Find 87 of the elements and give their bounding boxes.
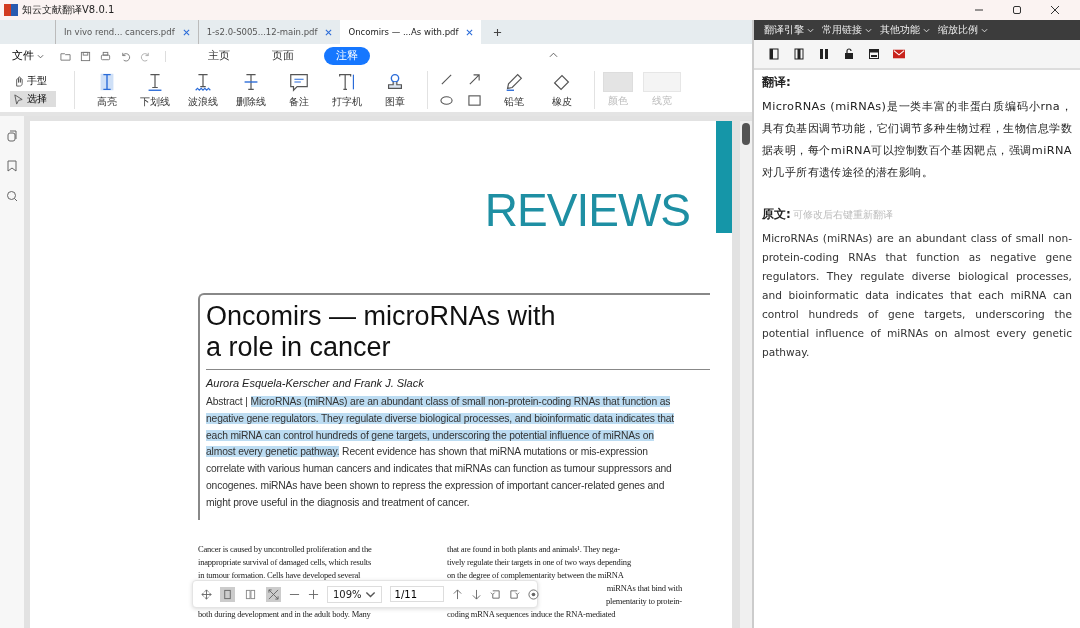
hand-tool-button[interactable]: 手型	[10, 73, 56, 89]
body-text-line: both during development and in the adult body. Many	[198, 607, 372, 621]
panel-menu[interactable]: 常用链接	[822, 23, 872, 37]
save-icon[interactable]	[80, 50, 91, 62]
double-layout-icon	[245, 588, 256, 600]
single-page-button[interactable]	[220, 586, 235, 602]
add-tab-icon[interactable]	[493, 27, 503, 37]
note-icon	[288, 71, 310, 93]
panel-menu[interactable]: 其他功能	[880, 23, 930, 37]
control-label: 颜色	[608, 94, 628, 108]
note-tool-button[interactable]: 备注	[275, 71, 323, 109]
typewriter-tool-button[interactable]: 打字机	[323, 71, 371, 109]
fit-page-button[interactable]	[266, 586, 281, 602]
cursor-icon	[13, 93, 24, 105]
rotate-left-icon[interactable]	[489, 588, 501, 600]
print-icon[interactable]	[100, 50, 111, 62]
ribbon-tab[interactable]: 主页	[196, 47, 242, 65]
fit-layout-icon	[268, 588, 279, 600]
arrow-icon[interactable]	[468, 73, 481, 86]
move-icon[interactable]	[201, 588, 212, 600]
highlight-tool-button[interactable]: 高亮	[83, 71, 131, 109]
pages-icon[interactable]	[6, 130, 18, 142]
collapse-caret-icon[interactable]	[549, 52, 558, 58]
dropdown-icon	[807, 27, 814, 33]
select-tool-button[interactable]: 选择	[10, 91, 56, 107]
section-header: REVIEWS	[484, 187, 690, 233]
close-icon[interactable]	[527, 588, 539, 600]
source-text: MicroRNAs (miRNAs) are an abundant class of small non-protein-coding RNAs that function as negative gene regulators. They regulate diverse biological processes, and bioinformatic data indicates that each miRNA can control hundreds of gene targets, underscoring the potential influence of miRNAs on almost every genetic pathway.	[762, 231, 1072, 360]
panel-menu[interactable]: 缩放比例	[938, 23, 988, 37]
body-text-line: tively regulate their targets in one of two ways depending	[447, 555, 632, 569]
scrollbar-thumb[interactable]	[742, 123, 750, 145]
page-field[interactable]: 1/11	[389, 586, 444, 602]
article-authors: Aurora Esquela-Kerscher and Frank J. Slack	[206, 377, 425, 389]
bookmark-icon[interactable]	[6, 160, 18, 172]
abstract-paragraph: Abstract | MicroRNAs (miRNAs) are an abundant class of small non-protein-coding RNAs that function as negative gene regulators. They regulate diverse biological processes, and bioinformatic data indicates that each miRNA can control hundreds of gene targets, underscoring the potential influence of miRNAs on almost every genetic pathway. Recent evidence has shown that miRNA mutations or mis-expression correlate with various human cancers and indicates that miRNAs can function as tumour suppressors and oncogenes. miRNAs have been shown to repress the expression of important cancer-related genes and might prove useful in the diagnosis and treatment of cancer.	[206, 395, 676, 510]
split-middle-icon[interactable]	[793, 48, 805, 60]
body-text-line: miRNAs that bind with	[606, 581, 682, 595]
ribbon-tab[interactable]: 注释	[324, 47, 370, 65]
dropdown-icon	[37, 53, 44, 59]
document-tab[interactable]: Oncomirs — ...As with.pdf	[340, 20, 482, 44]
folder-icon[interactable]	[60, 50, 71, 62]
body-text-line: that are found in both plants and animals¹. They nega-	[447, 542, 621, 556]
article-title: Oncomirs — microRNAs with a role in cancer	[206, 301, 710, 370]
rotate-right-icon[interactable]	[508, 588, 520, 600]
body-text-line: plementarity to protein-	[606, 594, 682, 608]
window-icon[interactable]	[868, 48, 880, 60]
rectangle-icon[interactable]	[468, 94, 481, 107]
source-heading: 原文:	[762, 206, 791, 223]
app-logo-icon	[4, 4, 18, 16]
file-menu[interactable]: 文件	[12, 49, 44, 63]
pencil-tool-button[interactable]: 铅笔	[490, 71, 538, 109]
body-text-line: on the degree of complementarity between the miRNA	[447, 568, 625, 582]
single-layout-icon	[222, 588, 233, 600]
search-icon[interactable]	[6, 190, 18, 202]
translation-text: MicroRNAs (miRNAs)是一类丰富的非蛋白质编码小rna，具有负基因调节功能，它们调节多种生物过程，生物信息学数据表明，每个miRNA可以控制数百个基因靶点，强调miRNA对几乎所有遗传途径的潜在影响。	[762, 99, 1072, 181]
ellipse-icon[interactable]	[440, 94, 453, 107]
mail-icon[interactable]	[893, 48, 905, 60]
down-arrow-icon[interactable]	[470, 588, 482, 600]
split-left-icon[interactable]	[768, 48, 780, 60]
window-title: 知云文献翻译V8.0.1	[22, 3, 115, 17]
stamp-tool-button[interactable]: 图章	[371, 71, 419, 109]
hand-icon	[13, 75, 24, 87]
maximize-icon[interactable]	[1012, 5, 1022, 15]
control-label: 线宽	[652, 94, 672, 108]
underline-tool-button[interactable]: 下划线	[131, 71, 179, 109]
undo-icon[interactable]	[120, 50, 131, 62]
dropdown-icon	[865, 27, 872, 33]
strike-tool-button[interactable]: 删除线	[227, 71, 275, 109]
columns-icon[interactable]	[818, 48, 830, 60]
zoom-in-icon[interactable]	[308, 588, 319, 600]
dropdown-icon	[981, 27, 988, 33]
body-text-line: coding mRNA sequences induce the RNA-mediated	[447, 607, 617, 621]
body-text-line: Cancer is caused by uncontrolled proliferation and the	[198, 542, 373, 556]
ribbon-tab[interactable]: 页面	[260, 47, 306, 65]
panel-menu[interactable]: 翻译引擎	[764, 23, 814, 37]
squiggly-tool-button[interactable]: 波浪线	[179, 71, 227, 109]
translation-heading: 翻译:	[762, 74, 792, 91]
close-icon[interactable]	[1050, 5, 1060, 15]
document-tab[interactable]: In vivo rend... cancers.pdf	[55, 20, 198, 44]
zoom-select[interactable]: 109%	[327, 585, 382, 603]
eraser-tool-button[interactable]: 橡皮	[538, 71, 586, 109]
body-text-line: in tumour formation. Cells have developed several	[198, 568, 362, 582]
line-icon[interactable]	[440, 73, 453, 86]
up-arrow-icon[interactable]	[451, 588, 463, 600]
dropdown-icon	[923, 27, 930, 33]
unlock-icon[interactable]	[843, 48, 855, 60]
body-text-line: inappropriate survival of damaged cells, which results	[198, 555, 373, 569]
